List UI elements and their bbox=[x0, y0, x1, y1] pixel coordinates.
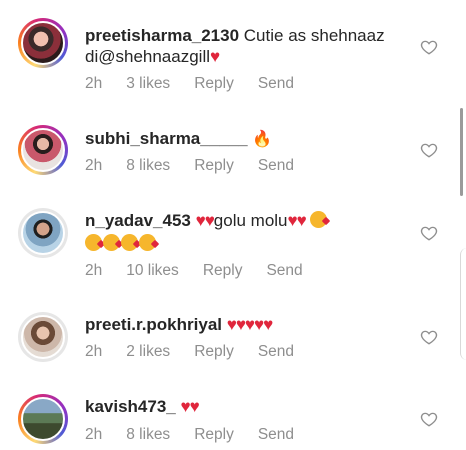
heart-outline-icon[interactable] bbox=[420, 224, 438, 242]
comment-text: Cutie as shehnaaz bbox=[243, 26, 385, 45]
heart-outline-icon[interactable] bbox=[420, 410, 438, 428]
comment-line-2: di@shehnaazgill♥ bbox=[85, 46, 220, 67]
avatar[interactable] bbox=[18, 18, 68, 68]
username-link[interactable]: preeti.r.pokhriyal bbox=[85, 315, 222, 334]
send-button[interactable]: Send bbox=[258, 157, 294, 175]
likes-count[interactable]: 2 likes bbox=[126, 343, 170, 361]
send-button[interactable]: Send bbox=[258, 426, 294, 444]
red-heart-emoji: ♥♥♥♥♥ bbox=[226, 315, 273, 334]
username-link[interactable]: preetisharma_2130 bbox=[85, 26, 239, 45]
comment-line: subhi_sharma_____ 🔥 bbox=[85, 128, 272, 150]
comment-meta: 2h 8 likes Reply Send bbox=[85, 426, 318, 444]
timestamp: 2h bbox=[85, 426, 103, 443]
heart-outline-icon[interactable] bbox=[420, 328, 438, 346]
username-link[interactable]: kavish473_ bbox=[85, 397, 176, 416]
face-blowing-kiss-emoji bbox=[139, 234, 156, 251]
comment-meta: 2h 8 likes Reply Send bbox=[85, 157, 318, 175]
timestamp: 2h bbox=[85, 262, 103, 279]
timestamp: 2h bbox=[85, 343, 103, 360]
comment-line-2 bbox=[85, 233, 157, 254]
face-blowing-kiss-emoji bbox=[310, 211, 328, 228]
heart-outline-icon[interactable] bbox=[420, 141, 438, 159]
reply-button[interactable]: Reply bbox=[194, 75, 234, 93]
avatar[interactable] bbox=[18, 125, 68, 175]
likes-count[interactable]: 10 likes bbox=[126, 262, 179, 280]
red-heart-emoji: ♥ bbox=[210, 47, 220, 66]
face-blowing-kiss-emoji bbox=[85, 234, 102, 251]
red-heart-emoji: ♥♥ bbox=[180, 397, 199, 416]
side-panel-edge bbox=[460, 248, 466, 360]
fire-emoji: 🔥 bbox=[252, 131, 273, 148]
reply-button[interactable]: Reply bbox=[194, 343, 234, 361]
timestamp: 2h bbox=[85, 75, 103, 92]
reply-button[interactable]: Reply bbox=[194, 157, 234, 175]
avatar[interactable] bbox=[18, 394, 68, 444]
red-heart-emoji: ♥♥ bbox=[287, 211, 307, 230]
comment-text-cont: di@shehnaazgill bbox=[85, 47, 211, 66]
send-button[interactable]: Send bbox=[266, 262, 302, 280]
avatar-image bbox=[21, 315, 65, 359]
comment-line: preeti.r.pokhriyal ♥♥♥♥♥ bbox=[85, 314, 273, 335]
face-blowing-kiss-emoji bbox=[103, 234, 120, 251]
reply-button[interactable]: Reply bbox=[203, 262, 243, 280]
username-link[interactable]: n_yadav_453 bbox=[85, 211, 191, 230]
likes-count[interactable]: 8 likes bbox=[126, 426, 170, 444]
comment-line: preetisharma_2130 Cutie as shehnaaz bbox=[85, 25, 385, 46]
comment-meta: 2h 2 likes Reply Send bbox=[85, 343, 318, 361]
comment-meta: 2h 10 likes Reply Send bbox=[85, 262, 327, 280]
comment-line: n_yadav_453 ♥♥golu molu♥♥ bbox=[85, 210, 328, 231]
timestamp: 2h bbox=[85, 157, 103, 174]
reply-button[interactable]: Reply bbox=[194, 426, 234, 444]
heart-outline-icon[interactable] bbox=[420, 38, 438, 56]
comment-text: golu molu bbox=[213, 211, 288, 230]
likes-count[interactable]: 8 likes bbox=[126, 157, 170, 175]
avatar-image bbox=[21, 128, 65, 172]
likes-count[interactable]: 3 likes bbox=[126, 75, 170, 93]
send-button[interactable]: Send bbox=[258, 75, 294, 93]
send-button[interactable]: Send bbox=[258, 343, 294, 361]
avatar[interactable] bbox=[18, 208, 68, 258]
comment-meta: 2h 3 likes Reply Send bbox=[85, 75, 318, 93]
avatar[interactable] bbox=[18, 312, 68, 362]
username-link[interactable]: subhi_sharma_____ bbox=[85, 129, 248, 148]
red-heart-emoji: ♥♥ bbox=[195, 211, 215, 230]
scrollbar[interactable] bbox=[460, 108, 463, 196]
avatar-image bbox=[21, 21, 65, 65]
face-blowing-kiss-emoji bbox=[121, 234, 138, 251]
avatar-image bbox=[21, 397, 65, 441]
comment-line: kavish473_ ♥♥ bbox=[85, 396, 200, 417]
avatar-image bbox=[21, 211, 65, 255]
